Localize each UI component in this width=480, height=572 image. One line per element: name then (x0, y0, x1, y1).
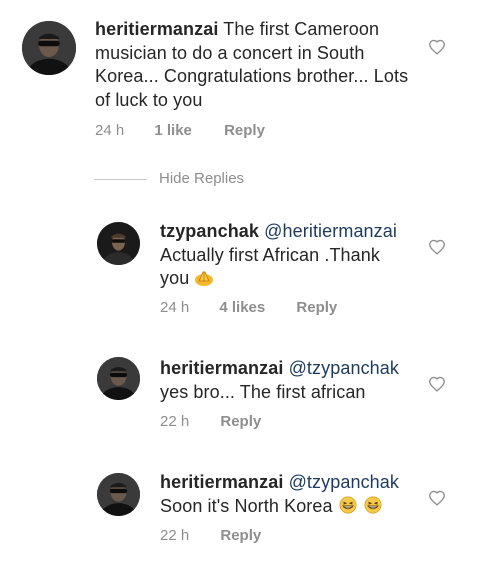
mention-link[interactable]: @tzypanchak (289, 472, 399, 492)
comment-body: heritiermanzai @tzypanchak yes bro... Th… (160, 357, 422, 404)
comment-text: Actually first African .Thank (160, 244, 380, 265)
avatar[interactable] (97, 473, 140, 516)
profile-photo-icon (97, 222, 140, 265)
heart-outline-icon[interactable] (428, 39, 446, 55)
comment-text: yes bro... The first african (160, 381, 366, 402)
comment-meta: 24 h 1 like Reply (95, 122, 265, 139)
comment-text: you (160, 268, 190, 288)
avatar[interactable] (97, 222, 140, 265)
heart-outline-icon[interactable] (428, 239, 446, 255)
reply-button[interactable]: Reply (296, 299, 337, 316)
comment-username[interactable]: heritiermanzai (160, 358, 283, 378)
likes-count[interactable]: 1 like (154, 122, 192, 139)
avatar[interactable] (22, 21, 76, 75)
heart-outline-icon[interactable] (428, 490, 446, 506)
comment-text: Soon it's North Korea (160, 495, 333, 516)
comment-username[interactable]: tzypanchak (160, 221, 259, 241)
heart-outline-icon[interactable] (428, 376, 446, 392)
mention-link[interactable]: @tzypanchak (289, 358, 399, 378)
comment-time: 24 h (160, 299, 190, 316)
mention-link[interactable]: @heritiermanzai (264, 221, 397, 241)
grinning-squinting-face-emoji-icon (363, 496, 383, 514)
reply-button[interactable]: Reply (220, 413, 261, 430)
profile-photo-icon (97, 473, 140, 516)
avatar[interactable] (97, 357, 140, 400)
comment-body: heritiermanzai The first Cameroon musici… (95, 18, 425, 112)
comment-time: 22 h (160, 527, 190, 544)
grinning-squinting-face-emoji-icon (338, 496, 358, 514)
reply-button[interactable]: Reply (224, 122, 265, 139)
comment-username[interactable]: heritiermanzai (95, 19, 218, 39)
hide-replies-button[interactable]: Hide Replies (159, 170, 244, 187)
comment-time: 22 h (160, 413, 190, 430)
comment-time: 24 h (95, 122, 125, 139)
comment-body: heritiermanzai @tzypanchak Soon it's Nor… (160, 471, 422, 518)
reply-button[interactable]: Reply (220, 527, 261, 544)
folded-hands-emoji-icon (194, 268, 214, 286)
comment-meta: 24 h 4 likes Reply (160, 299, 337, 316)
likes-count[interactable]: 4 likes (219, 299, 265, 316)
comment-body: tzypanchak @heritiermanzai Actually firs… (160, 220, 422, 291)
profile-photo-icon (97, 357, 140, 400)
divider (94, 179, 147, 180)
comment-meta: 22 h Reply (160, 413, 261, 430)
profile-photo-icon (22, 21, 76, 75)
comment-username[interactable]: heritiermanzai (160, 472, 283, 492)
comment-meta: 22 h Reply (160, 527, 261, 544)
